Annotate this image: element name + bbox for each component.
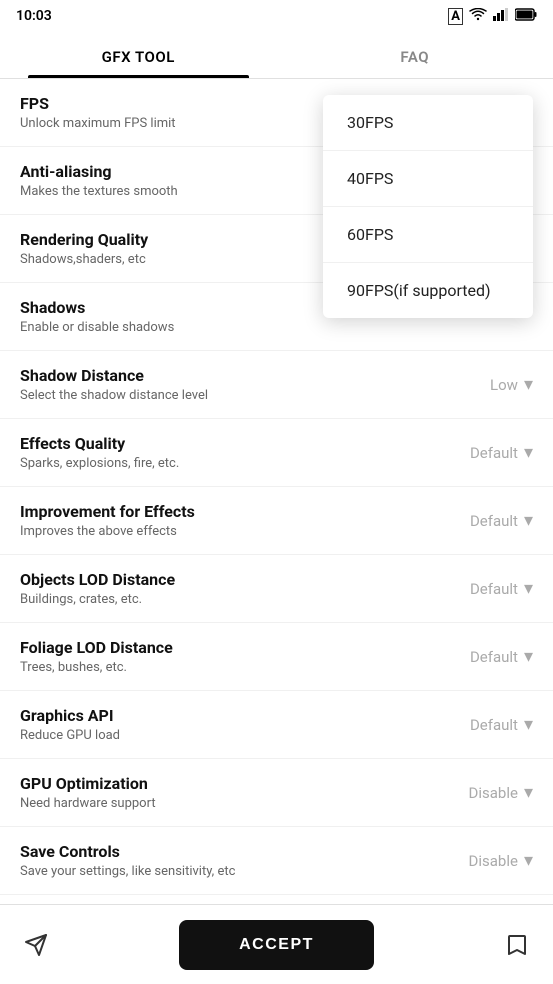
objects-lod-distance-arrow: ▾ [524, 578, 533, 599]
status-time: 10:03 [16, 8, 52, 24]
status-icons: A [448, 8, 537, 25]
effects-quality-control[interactable]: Default ▾ [433, 442, 533, 463]
bottom-bar: ACCEPT [0, 904, 553, 984]
improvement-for-effects-control[interactable]: Default ▾ [433, 510, 533, 531]
tab-gfx-tool[interactable]: GFX TOOL [0, 32, 277, 78]
gpu-optimization-desc: Need hardware support [20, 796, 433, 811]
effects-quality-arrow: ▾ [524, 442, 533, 463]
effects-quality-title: Effects Quality [20, 434, 433, 453]
save-controls-arrow: ▾ [524, 850, 533, 871]
bookmark-button[interactable] [505, 933, 529, 957]
battery-icon [515, 8, 537, 25]
setting-objects-lod-distance: Objects LOD Distance Buildings, crates, … [0, 555, 553, 623]
share-button[interactable] [24, 933, 48, 957]
save-controls-value: Disable [469, 852, 518, 870]
effects-quality-value: Default [470, 444, 518, 462]
foliage-lod-distance-control[interactable]: Default ▾ [433, 646, 533, 667]
setting-graphics-api: Graphics API Reduce GPU load Default ▾ [0, 691, 553, 759]
effects-quality-desc: Sparks, explosions, fire, etc. [20, 456, 433, 471]
foliage-lod-distance-title: Foliage LOD Distance [20, 638, 433, 657]
foliage-lod-distance-value: Default [470, 648, 518, 666]
setting-shadow-distance: Shadow Distance Select the shadow distan… [0, 351, 553, 419]
save-controls-desc: Save your settings, like sensitivity, et… [20, 864, 433, 879]
shadow-distance-title: Shadow Distance [20, 366, 433, 385]
shadow-distance-control[interactable]: Low ▾ [433, 374, 533, 395]
improvement-for-effects-title: Improvement for Effects [20, 502, 433, 521]
setting-effects-quality: Effects Quality Sparks, explosions, fire… [0, 419, 553, 487]
graphics-api-value: Default [470, 716, 518, 734]
fps-option-40[interactable]: 40FPS [323, 151, 533, 207]
graphics-api-arrow: ▾ [524, 714, 533, 735]
graphics-api-title: Graphics API [20, 706, 433, 725]
setting-save-controls: Save Controls Save your settings, like s… [0, 827, 553, 895]
gpu-optimization-value: Disable [469, 784, 518, 802]
setting-gpu-optimization: GPU Optimization Need hardware support D… [0, 759, 553, 827]
shadow-distance-arrow: ▾ [524, 374, 533, 395]
setting-foliage-lod-distance: Foliage LOD Distance Trees, bushes, etc.… [0, 623, 553, 691]
fps-option-30[interactable]: 30FPS [323, 95, 533, 151]
keyboard-icon: A [448, 8, 463, 25]
fps-option-90[interactable]: 90FPS(if supported) [323, 263, 533, 318]
bookmark-icon [505, 933, 529, 957]
save-controls-title: Save Controls [20, 842, 433, 861]
gpu-optimization-title: GPU Optimization [20, 774, 433, 793]
shadow-distance-value: Low [490, 376, 518, 394]
wifi-icon [469, 8, 487, 25]
improvement-for-effects-desc: Improves the above effects [20, 524, 433, 539]
shadows-desc: Enable or disable shadows [20, 320, 433, 335]
graphics-api-desc: Reduce GPU load [20, 728, 433, 743]
foliage-lod-distance-desc: Trees, bushes, etc. [20, 660, 433, 675]
objects-lod-distance-desc: Buildings, crates, etc. [20, 592, 433, 607]
tab-faq[interactable]: FAQ [277, 32, 553, 78]
shadow-distance-desc: Select the shadow distance level [20, 388, 433, 403]
share-icon [24, 933, 48, 957]
accept-button[interactable]: ACCEPT [179, 920, 374, 970]
save-controls-control[interactable]: Disable ▾ [433, 850, 533, 871]
status-bar: 10:03 A [0, 0, 553, 32]
graphics-api-control[interactable]: Default ▾ [433, 714, 533, 735]
signal-icon [493, 8, 509, 25]
foliage-lod-distance-arrow: ▾ [524, 646, 533, 667]
objects-lod-distance-control[interactable]: Default ▾ [433, 578, 533, 599]
setting-improvement-for-effects: Improvement for Effects Improves the abo… [0, 487, 553, 555]
gpu-optimization-arrow: ▾ [524, 782, 533, 803]
fps-dropdown: 30FPS 40FPS 60FPS 90FPS(if supported) [323, 95, 533, 318]
improvement-for-effects-value: Default [470, 512, 518, 530]
fps-option-60[interactable]: 60FPS [323, 207, 533, 263]
gpu-optimization-control[interactable]: Disable ▾ [433, 782, 533, 803]
objects-lod-distance-value: Default [470, 580, 518, 598]
objects-lod-distance-title: Objects LOD Distance [20, 570, 433, 589]
tab-bar: GFX TOOL FAQ [0, 32, 553, 79]
improvement-for-effects-arrow: ▾ [524, 510, 533, 531]
